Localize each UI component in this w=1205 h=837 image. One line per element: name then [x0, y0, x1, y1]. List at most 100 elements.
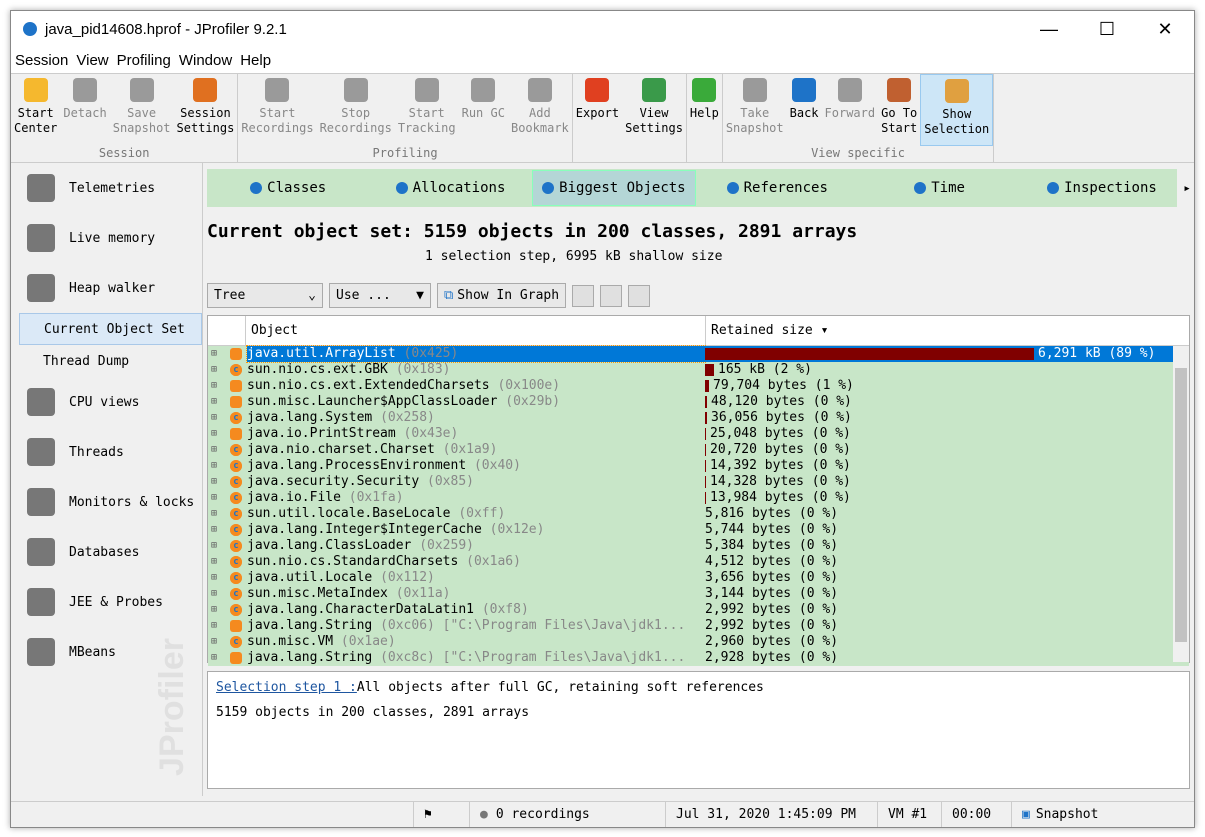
add-bookmark-button[interactable]: Add Bookmark [508, 74, 572, 146]
expand-icon[interactable]: ⊞ [211, 474, 225, 490]
toolbar-group-session: Start Center Detach Save Snapshot Session S… [11, 74, 239, 162]
retained-size-bar [705, 396, 707, 408]
table-row[interactable]: ⊞ c sun.util.locale.BaseLocale (0xff) 5,816… [208, 506, 1189, 522]
expand-icon[interactable]: ⊞ [211, 506, 225, 522]
table-row[interactable]: ⊞ c java.io.File (0x1fa) 13,984 bytes (0 %) [208, 490, 1189, 506]
menu-window[interactable]: Window [179, 52, 232, 69]
help-button[interactable]: Help [687, 74, 722, 146]
start-recordings-button[interactable]: Start Recordings [238, 74, 316, 146]
show-in-graph-button[interactable]: ⧉ Show In Graph [437, 283, 567, 308]
camera-icon[interactable] [600, 284, 623, 307]
menu-view[interactable]: View [76, 52, 108, 69]
tab-allocations[interactable]: Allocations [369, 170, 531, 206]
table-row[interactable]: ⊞ c sun.misc.VM (0x1ae) 2,960 bytes (0 %) [208, 634, 1189, 650]
sidebar-item-monitors-locks[interactable]: Monitors & locks [11, 477, 202, 527]
expand-icon[interactable]: ⊞ [211, 490, 225, 506]
title-bar: java_pid14608.hprof - JProfiler 9.2.1 — … [11, 11, 1194, 47]
class-icon: c [230, 604, 242, 616]
table-row[interactable]: ⊞ java.lang.String (0xc06) ["C:\Program F… [208, 618, 1189, 634]
menu-help[interactable]: Help [240, 52, 271, 69]
sidebar-item-threads[interactable]: Threads [11, 427, 202, 477]
go-to-start-button[interactable]: Go To Start [878, 74, 920, 146]
expand-icon[interactable]: ⊞ [211, 442, 225, 458]
sidebar-item-heap-walker[interactable]: Heap walker [11, 263, 202, 313]
table-row[interactable]: ⊞ c java.lang.ClassLoader (0x259) 5,384 byt… [208, 538, 1189, 554]
table-row[interactable]: ⊞ java.io.PrintStream (0x43e) 25,048 bytes… [208, 426, 1189, 442]
expand-icon[interactable]: ⊞ [211, 362, 225, 378]
close-button[interactable]: ✕ [1136, 19, 1194, 40]
expand-icon[interactable]: ⊞ [211, 426, 225, 442]
table-row[interactable]: ⊞ c java.lang.ProcessEnvironment (0x40) 14,… [208, 458, 1189, 474]
stop-recordings-button[interactable]: Stop Recordings [317, 74, 395, 146]
maximize-button[interactable]: ☐ [1078, 19, 1136, 40]
start-tracking-button[interactable]: Start Tracking [395, 74, 459, 146]
expand-icon[interactable]: ⊞ [211, 586, 225, 602]
table-row[interactable]: ⊞ c sun.nio.cs.ext.GBK (0x183) 165 kB (2 %) [208, 362, 1189, 378]
tab-time[interactable]: Time [858, 170, 1020, 206]
expand-icon[interactable]: ⊞ [211, 602, 225, 618]
session-settings-button[interactable]: Session Settings [174, 74, 238, 146]
sidebar-item-cpu-views[interactable]: CPU views [11, 377, 202, 427]
table-row[interactable]: ⊞ c sun.nio.cs.StandardCharsets (0x1a6) 4,5… [208, 554, 1189, 570]
sidebar-item-live-memory[interactable]: Live memory [11, 213, 202, 263]
tab-classes[interactable]: Classes [207, 170, 369, 206]
info-icon[interactable] [628, 284, 651, 307]
expand-icon[interactable]: ⊞ [211, 378, 225, 394]
object-name: java.lang.ProcessEnvironment (0x40) [247, 458, 705, 474]
expand-icon[interactable]: ⊞ [211, 554, 225, 570]
menu-profiling[interactable]: Profiling [117, 52, 171, 69]
tabs-more-arrow-icon[interactable]: ▸ [1183, 181, 1191, 196]
expand-icon[interactable]: ⊞ [211, 410, 225, 426]
sidebar-item-jee-probes[interactable]: JEE & Probes [11, 577, 202, 627]
sidebar-subitem-thread-dump[interactable]: Thread Dump [11, 345, 202, 377]
sidebar-item-databases[interactable]: Databases [11, 527, 202, 577]
expand-icon[interactable]: ⊞ [211, 570, 225, 586]
table-row[interactable]: ⊞ sun.nio.cs.ext.ExtendedCharsets (0x100e… [208, 378, 1189, 394]
bookmark-flag-icon[interactable]: ⚑ [413, 802, 469, 827]
table-row[interactable]: ⊞ java.util.ArrayList (0x425) 6,291 kB (89… [208, 345, 1189, 363]
expand-icon[interactable]: ⊞ [211, 458, 225, 474]
table-row[interactable]: ⊞ c java.security.Security (0x85) 14,328 by… [208, 474, 1189, 490]
table-row[interactable]: ⊞ c java.lang.Integer$IntegerCache (0x12e)… [208, 522, 1189, 538]
vertical-scrollbar[interactable] [1173, 346, 1189, 662]
minimize-button[interactable]: — [1020, 19, 1078, 40]
selection-step-link[interactable]: Selection step 1 : [216, 680, 357, 695]
table-row[interactable]: ⊞ c java.lang.CharacterDataLatin1 (0xf8) 2,… [208, 602, 1189, 618]
settings-gear-icon[interactable] [572, 284, 595, 307]
table-row[interactable]: ⊞ c java.lang.System (0x258) 36,056 bytes (… [208, 410, 1189, 426]
start-center-button[interactable]: Start Center [11, 74, 60, 146]
expand-icon[interactable]: ⊞ [211, 618, 225, 634]
tab-biggest-objects[interactable]: Biggest Objects [531, 170, 697, 206]
tab-references[interactable]: References [696, 170, 858, 206]
scrollbar-thumb[interactable] [1175, 368, 1187, 642]
table-row[interactable]: ⊞ c java.util.Locale (0x112) 3,656 bytes (0… [208, 570, 1189, 586]
show-selection-button[interactable]: Show Selection [920, 74, 994, 146]
forward-button[interactable]: Forward [822, 74, 879, 146]
expand-icon[interactable]: ⊞ [211, 650, 225, 666]
table-row[interactable]: ⊞ c java.nio.charset.Charset (0x1a9) 20,720… [208, 442, 1189, 458]
column-retained-size[interactable]: Retained size ▾ [706, 316, 1189, 345]
sidebar-item-telemetries[interactable]: Telemetries [11, 163, 202, 213]
save-snapshot-button[interactable]: Save Snapshot [110, 74, 174, 146]
expand-icon[interactable]: ⊞ [211, 346, 225, 362]
view-settings-button[interactable]: View Settings [622, 74, 686, 146]
expand-icon[interactable]: ⊞ [211, 394, 225, 410]
retained-size-value: 6,291 kB (89 %) [1038, 346, 1156, 361]
expand-icon[interactable]: ⊞ [211, 538, 225, 554]
tab-inspections[interactable]: Inspections [1021, 170, 1183, 206]
expand-icon[interactable]: ⊞ [211, 634, 225, 650]
table-row[interactable]: ⊞ c sun.misc.MetaIndex (0x11a) 3,144 bytes … [208, 586, 1189, 602]
menu-session[interactable]: Session [15, 52, 68, 69]
sidebar-subitem-current-object-set[interactable]: Current Object Set [19, 313, 202, 345]
detach-button[interactable]: Detach [60, 74, 109, 146]
use-button[interactable]: Use ... ▼ [329, 283, 431, 308]
view-mode-select[interactable]: Tree ⌄ [207, 283, 323, 308]
take-snapshot-button[interactable]: Take Snapshot [723, 74, 787, 146]
table-row[interactable]: ⊞ sun.misc.Launcher$AppClassLoader (0x29b… [208, 394, 1189, 410]
back-button[interactable]: Back [787, 74, 822, 146]
run-gc-button[interactable]: Run GC [459, 74, 508, 146]
table-row[interactable]: ⊞ java.lang.String (0xc8c) ["C:\Program F… [208, 650, 1189, 666]
expand-icon[interactable]: ⊞ [211, 522, 225, 538]
column-object[interactable]: Object [246, 316, 706, 345]
export-button[interactable]: Export [573, 74, 622, 146]
